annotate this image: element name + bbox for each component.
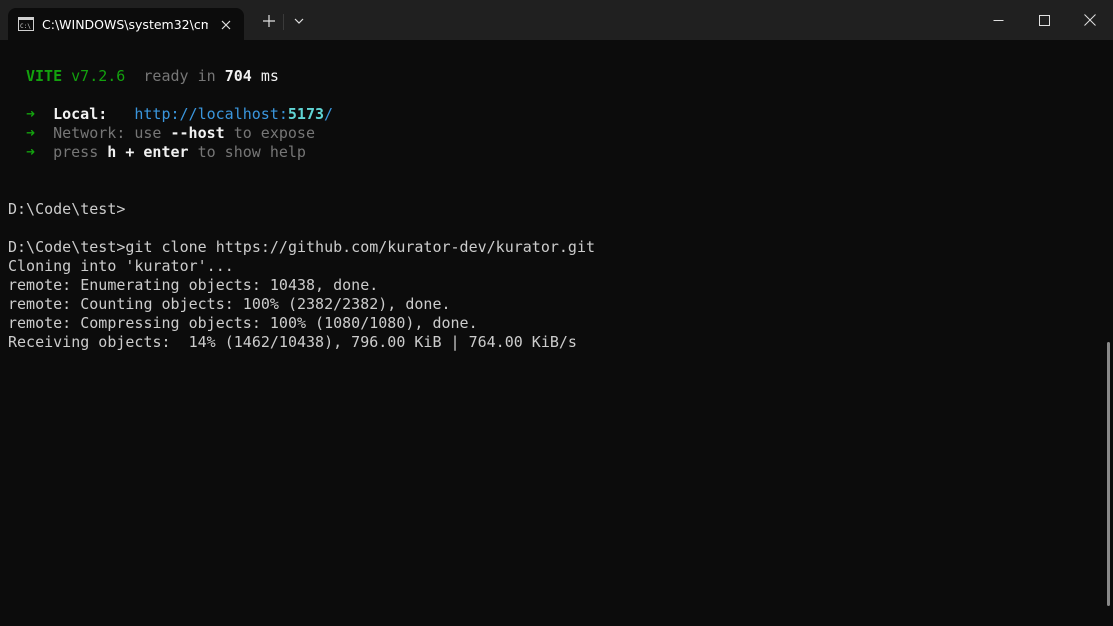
vite-help-line: ➜ press h + enter to show help	[26, 143, 306, 162]
output-line: Cloning into 'kurator'...	[8, 257, 234, 275]
vite-local-line: ➜ Local: http://localhost:5173/	[26, 105, 333, 124]
new-tab-button[interactable]	[258, 10, 280, 32]
help-text-2: to show help	[188, 143, 306, 161]
arrow-icon: ➜	[26, 124, 36, 142]
local-url-port: 5173	[287, 105, 325, 123]
svg-text:C:\: C:\	[20, 23, 31, 30]
vertical-scrollbar[interactable]	[1105, 40, 1113, 626]
close-icon	[1084, 14, 1096, 26]
network-text: : use	[116, 124, 171, 142]
plus-icon	[263, 15, 275, 27]
tab-title: C:\WINDOWS\system32\cmd.exe	[42, 17, 208, 32]
minimize-button[interactable]	[975, 0, 1021, 40]
profile-dropdown-button[interactable]	[288, 10, 310, 32]
output-line: remote: Counting objects: 100% (2382/238…	[8, 295, 451, 313]
local-url-suffix: /	[324, 105, 334, 123]
tab-cmd[interactable]: C:\ C:\WINDOWS\system32\cmd.exe	[8, 8, 244, 40]
close-window-button[interactable]	[1067, 0, 1113, 40]
prompt-line: D:\Code\test>	[8, 200, 126, 218]
local-url[interactable]: http://localhost:5173/	[134, 105, 333, 123]
terminal-window: C:\ C:\WINDOWS\system32\cmd.exe	[0, 0, 1113, 626]
help-key: h + enter	[107, 143, 189, 161]
title-bar[interactable]: C:\ C:\WINDOWS\system32\cmd.exe	[0, 0, 1113, 40]
output-line: Receiving objects: 14% (1462/10438), 796…	[8, 333, 577, 351]
vite-version: v7.2.6	[71, 67, 126, 85]
network-flag: --host	[170, 124, 225, 142]
terminal-output[interactable]: VITE v7.2.6 ready in 704 ms ➜ Local: htt…	[0, 40, 1105, 626]
arrow-icon: ➜	[26, 143, 36, 161]
vite-name: VITE	[26, 67, 63, 85]
vite-time-value: 704	[224, 67, 252, 85]
output-line: remote: Enumerating objects: 10438, done…	[8, 276, 379, 294]
chevron-down-icon	[294, 18, 304, 24]
minimize-icon	[993, 19, 1003, 21]
git-clone-command-line: D:\Code\test>git clone https://github.co…	[8, 238, 595, 256]
close-tab-icon[interactable]	[216, 16, 236, 34]
help-text: press	[53, 143, 108, 161]
titlebar-divider	[283, 14, 284, 30]
local-label: Local:	[53, 105, 108, 123]
maximize-button[interactable]	[1021, 0, 1067, 40]
vite-time-unit: ms	[260, 67, 279, 85]
cmd-icon: C:\	[18, 17, 34, 31]
network-text-2: to expose	[224, 124, 315, 142]
maximize-icon	[1038, 14, 1050, 26]
scrollbar-thumb[interactable]	[1107, 342, 1110, 606]
network-label: Network	[53, 124, 117, 142]
local-url-prefix: http://localhost:	[134, 105, 288, 123]
vite-ready-line: VITE v7.2.6 ready in 704 ms	[26, 67, 279, 86]
output-line: remote: Compressing objects: 100% (1080/…	[8, 314, 478, 332]
vite-ready-text: ready in	[143, 67, 216, 85]
arrow-icon: ➜	[26, 105, 36, 123]
vite-network-line: ➜ Network: use --host to expose	[26, 124, 315, 143]
